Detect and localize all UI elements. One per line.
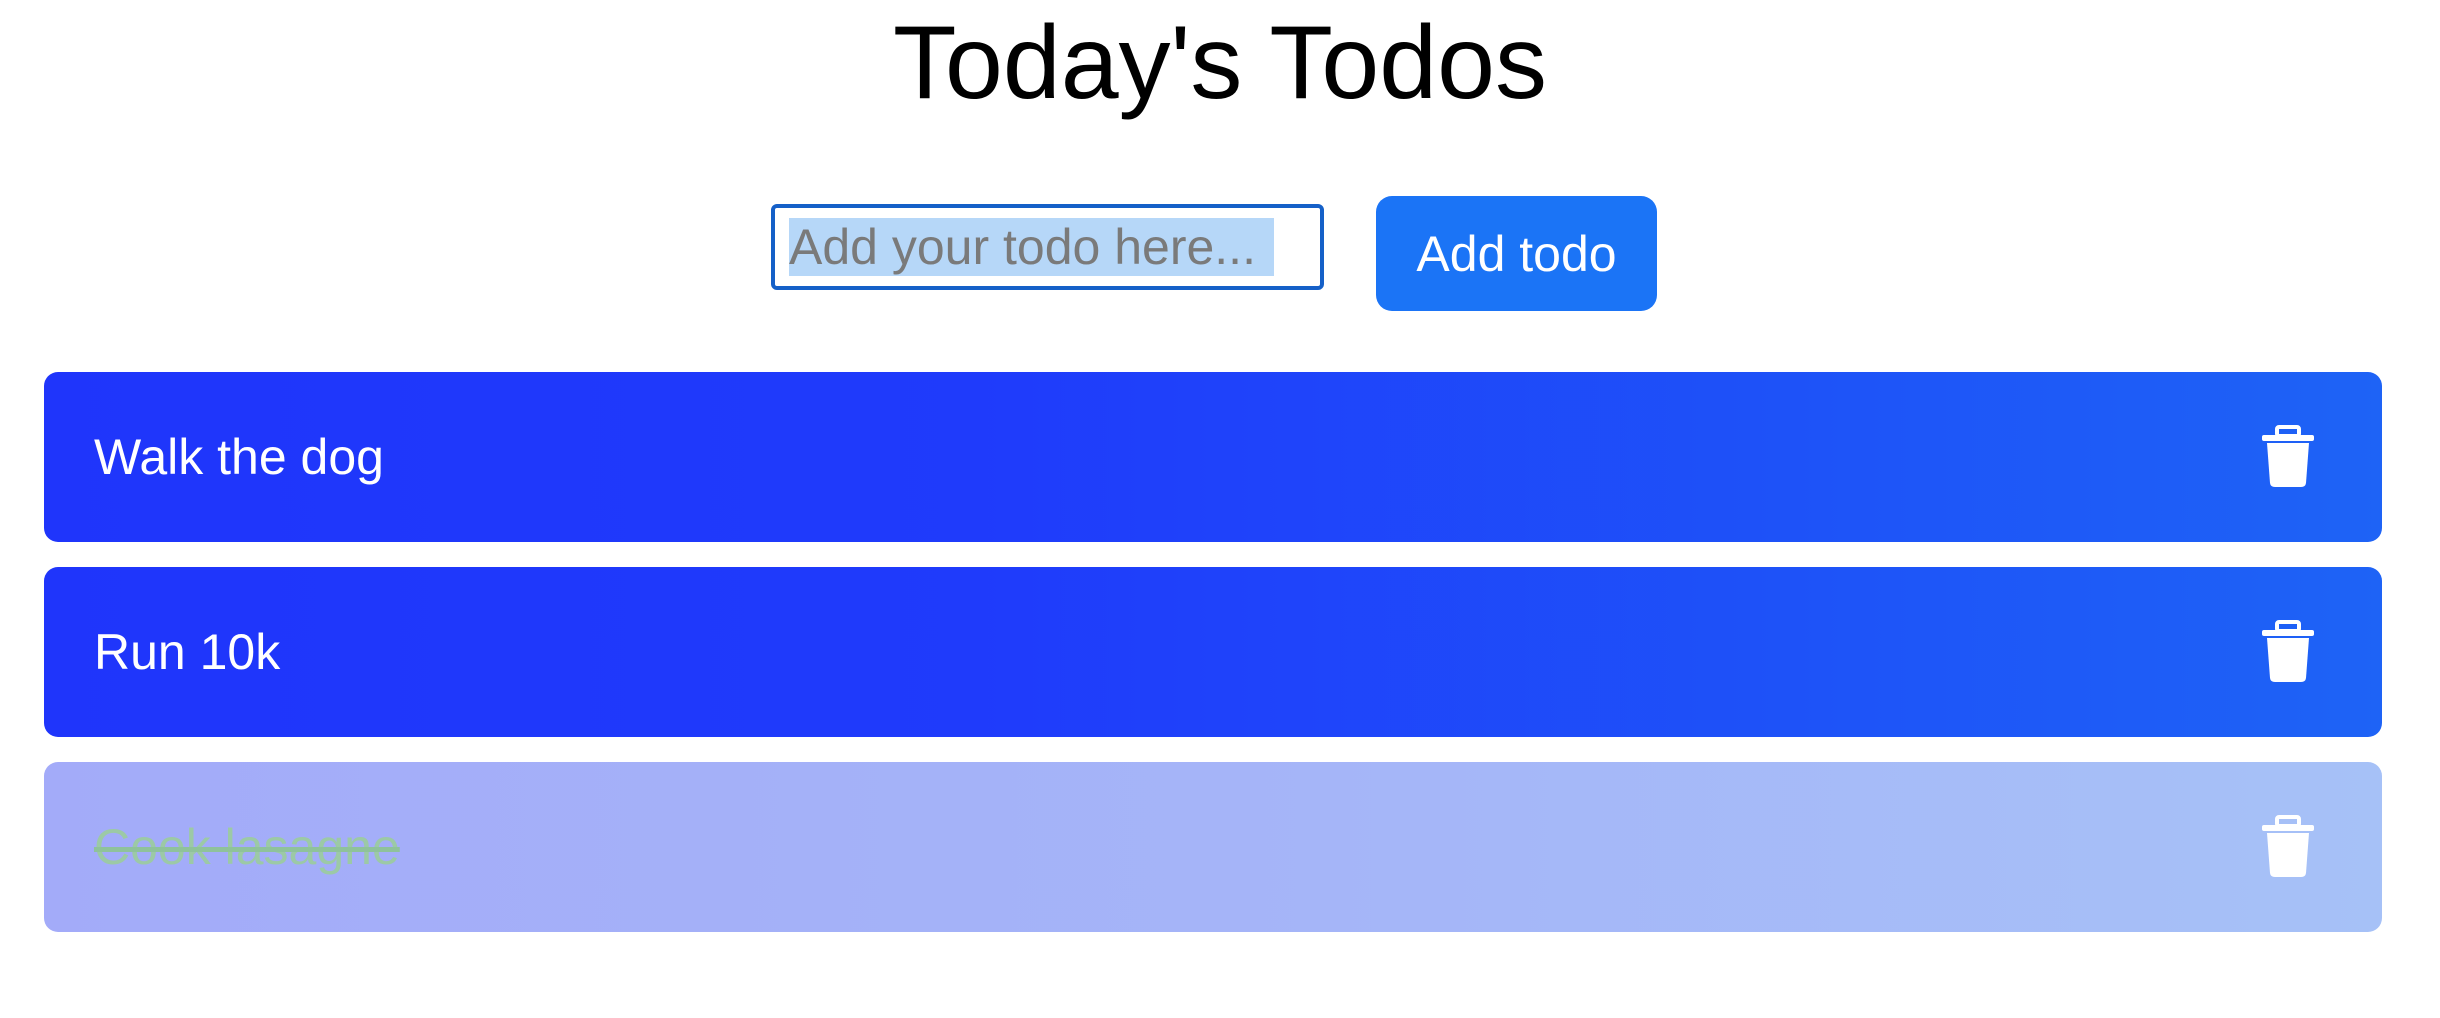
trash-icon	[2260, 815, 2316, 879]
todo-text: Walk the dog	[94, 429, 384, 485]
todo-list: Walk the dog Run 10k Cook lasagne	[44, 372, 2382, 957]
todo-item-completed[interactable]: Cook lasagne	[44, 762, 2382, 932]
delete-todo-button[interactable]	[2260, 815, 2316, 879]
todo-text: Cook lasagne	[94, 819, 400, 875]
todo-input-placeholder: Add your todo here...	[789, 218, 1274, 276]
todo-item[interactable]: Run 10k	[44, 567, 2382, 737]
trash-icon	[2260, 425, 2316, 489]
todo-item[interactable]: Walk the dog	[44, 372, 2382, 542]
page-title: Today's Todos	[893, 5, 1547, 121]
delete-todo-button[interactable]	[2260, 425, 2316, 489]
todo-input[interactable]: Add your todo here...	[771, 204, 1324, 290]
add-todo-button[interactable]: Add todo	[1376, 196, 1657, 311]
todo-app: Today's Todos Add your todo here... Add …	[0, 0, 2440, 1018]
delete-todo-button[interactable]	[2260, 620, 2316, 684]
todo-text: Run 10k	[94, 624, 281, 680]
add-todo-form: Add your todo here... Add todo	[0, 196, 2440, 314]
trash-icon	[2260, 620, 2316, 684]
